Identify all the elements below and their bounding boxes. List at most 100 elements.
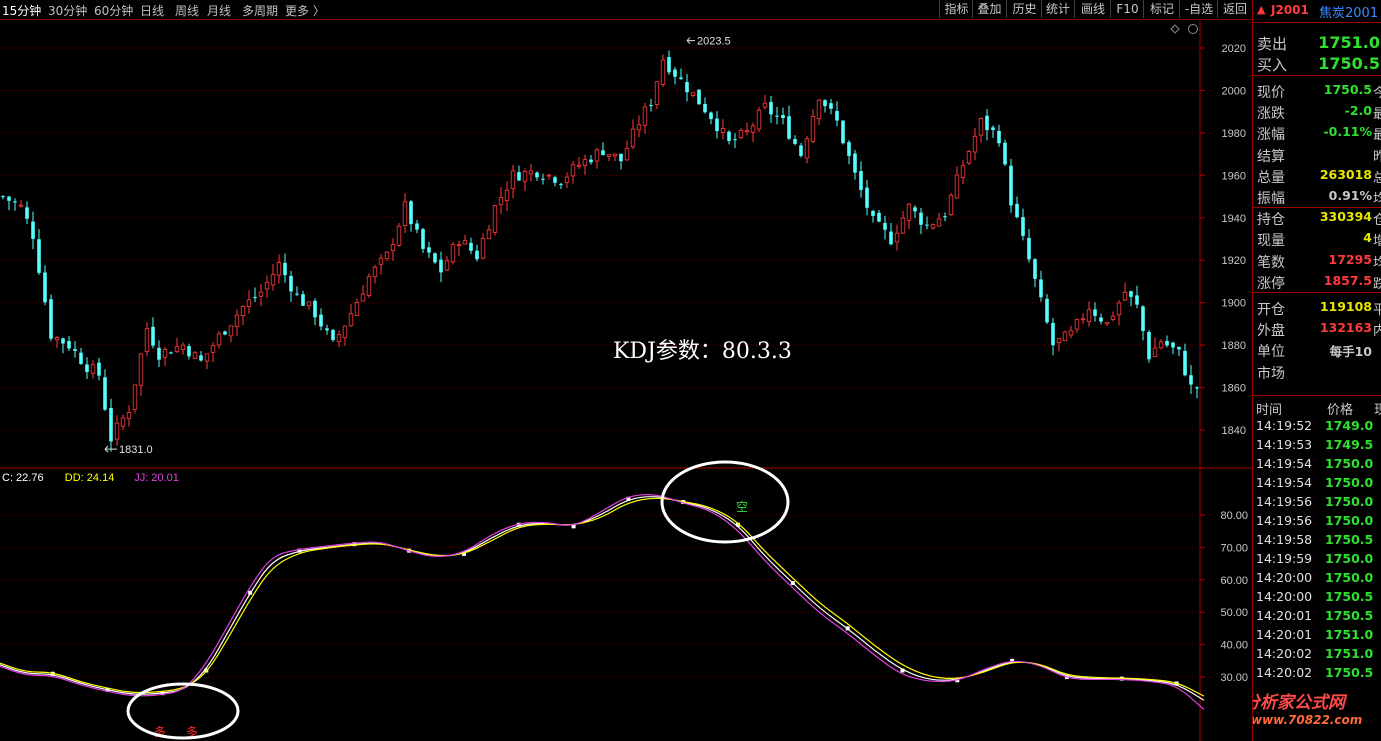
tick-row[interactable]: 14:19:53 1749.5 [1253,435,1381,454]
tick-price: 1750.0 [1325,494,1374,509]
candle [1033,258,1037,288]
tick-time: 14:19:53 [1256,437,1313,452]
candle [469,237,473,255]
quote-label: 涨跌 [1257,106,1285,123]
candle [114,415,120,446]
tick-row[interactable]: 14:19:54 1750.0 [1253,454,1381,473]
candle [336,330,342,348]
candle [1045,294,1049,325]
quote-row: 涨停 1857.5跌 [1253,271,1381,292]
tick-row[interactable]: 14:20:01 1750.5 [1253,606,1381,625]
candle [132,384,138,414]
quote-value: 17295 [1328,251,1373,267]
candle [829,98,833,115]
quote-row: 市场 [1253,361,1381,382]
candle [510,164,516,199]
tick-row[interactable]: 14:19:52 1749.0 [1253,416,1381,435]
tick-row[interactable]: 14:19:54 1750.0 [1253,473,1381,492]
candle [409,199,413,232]
candle [816,99,822,125]
candle [264,275,270,298]
candle [103,369,107,412]
tick-row[interactable]: 14:20:00 1750.0 [1253,568,1381,587]
quote-value: 1751.0 [1318,33,1380,52]
tick-price: 1750.5 [1325,532,1374,547]
tick-row[interactable]: 14:20:00 1750.5 [1253,587,1381,606]
candle [835,101,839,127]
tick-price: 1749.0 [1325,418,1374,433]
candle [1141,305,1145,341]
candle [73,341,77,358]
candle [883,215,887,240]
kdj-tick-label: 40.00 [1220,640,1248,652]
tick-row[interactable]: 14:19:56 1750.0 [1253,511,1381,530]
tick-row[interactable]: 14:19:58 1750.5 [1253,530,1381,549]
tick-row[interactable]: 14:20:02 1751.0 [1253,644,1381,663]
candle [978,117,984,143]
candle [276,254,282,284]
candle [841,119,845,145]
symbol-header[interactable]: ▲ J2001 焦炭2001 [1253,0,1381,23]
quote-label: 买入 [1257,56,1288,74]
candle [109,398,113,452]
quote-value: 263018 [1319,166,1372,182]
tick-time: 14:20:00 [1256,570,1313,585]
candle [744,122,750,136]
quote-row: 单位 每手10 [1253,339,1381,360]
symbol-arrow-icon: ▲ [1257,3,1266,16]
candle [522,168,528,192]
candle [444,256,450,271]
candle [660,54,666,87]
candle [756,106,762,133]
quote-row: 外盘 132163内 [1253,318,1381,339]
candle [253,287,257,302]
candle [559,182,563,189]
diamond-icon [1170,24,1180,34]
candle [492,204,498,236]
tick-price: 1750.0 [1325,570,1374,585]
candle [7,195,11,211]
kdj-line-c [0,496,1205,701]
candle [1086,301,1092,327]
candle [1183,343,1187,377]
candle [727,130,731,145]
quote-extra-label: 内 [1373,320,1381,339]
candle [174,337,180,354]
tick-time: 14:20:01 [1256,608,1313,623]
quote-value: 4 [1363,230,1372,246]
tick-time: 14:19:54 [1256,456,1313,471]
quote-value: 132163 [1319,320,1372,336]
sell-signal-label: 空 [736,500,748,514]
candle [295,286,299,297]
candle [187,343,191,360]
candle [498,187,504,214]
tick-price: 1750.0 [1325,551,1374,566]
tick-row[interactable]: 14:19:56 1750.0 [1253,492,1381,511]
quote-label: 现价 [1257,85,1285,101]
tick-row[interactable]: 14:20:01 1751.0 [1253,625,1381,644]
candle [624,140,630,161]
quote-row: 涨跌 -2.0最 [1253,101,1381,122]
quote-extra-label: 总 [1373,167,1381,186]
tick-time: 14:19:52 [1256,418,1313,433]
quote-value: 0.91% [1328,188,1372,203]
candle [1093,302,1097,322]
candle [228,325,234,343]
quote-label: 卖出 [1257,35,1288,53]
candle [1062,330,1068,342]
tick-price: 1750.0 [1325,456,1374,471]
kdj-param-annotation: KDJ参数：80.3.3 [613,339,792,364]
candle [1080,313,1086,324]
candle [919,208,923,235]
candle [697,89,701,105]
quote-value: 330394 [1319,209,1372,225]
low-price-label: 1831.0 [119,444,153,456]
candle [1177,346,1181,356]
candle [1068,325,1074,339]
tick-row[interactable]: 14:19:59 1750.0 [1253,549,1381,568]
kdj-line-dd [0,497,1205,697]
main-chart[interactable]: 2020 2000 1980 1960 1940 1920 1900 1880 1860 1840… [0,0,1252,741]
candle [1122,282,1128,302]
candle [480,233,486,260]
quote-label: 市场 [1257,365,1285,382]
